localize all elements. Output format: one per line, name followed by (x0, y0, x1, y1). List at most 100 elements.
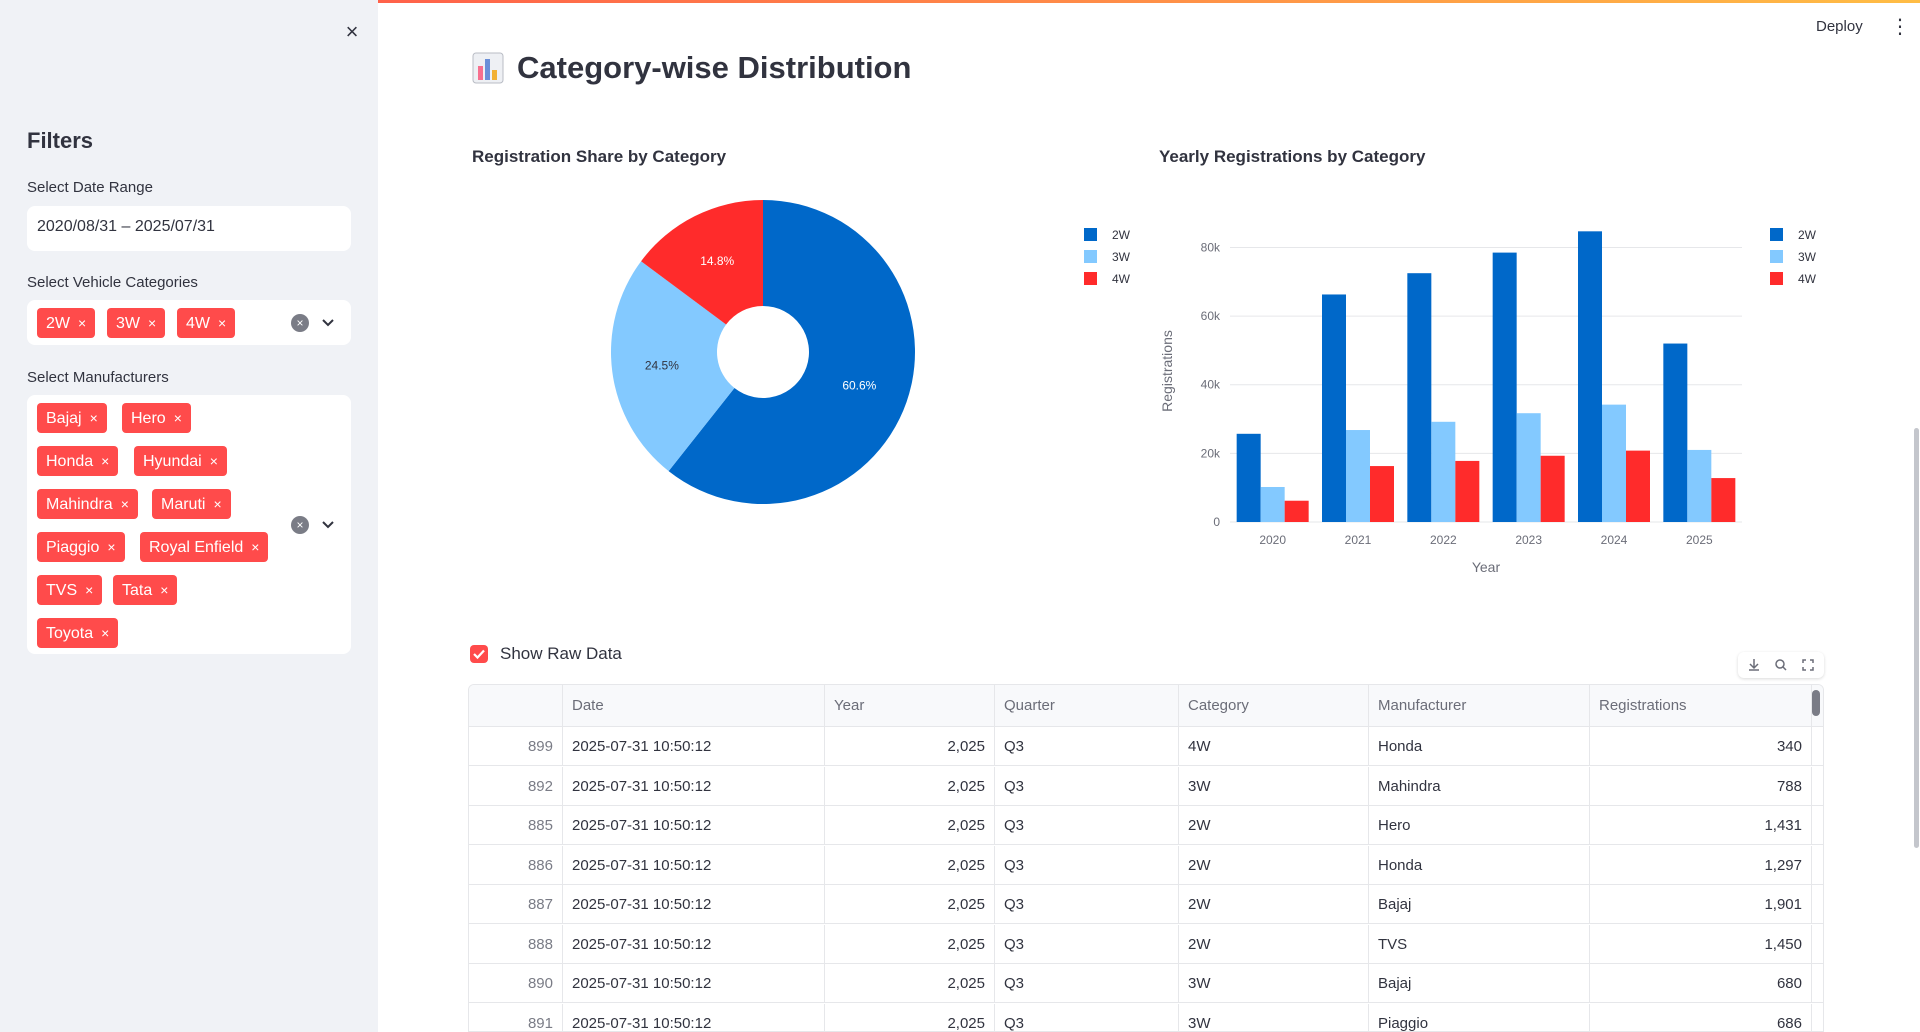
manufacturers-multiselect[interactable]: × Bajaj × Hero × Honda × Hyundai × Mahindra × Maru… (27, 395, 351, 654)
manufacturer-chip-tvs[interactable]: TVS × (37, 575, 103, 605)
table-cell[interactable]: 2W (1179, 845, 1369, 884)
table-cell[interactable]: 2025-07-31 10:50:12 (563, 1003, 825, 1031)
table-cell[interactable]: 1,431 (1590, 806, 1812, 844)
table-cell[interactable]: 340 (1590, 727, 1812, 765)
search-icon[interactable] (1771, 655, 1791, 675)
table-cell[interactable]: TVS (1369, 924, 1590, 963)
legend-swatch-3w[interactable] (1770, 250, 1783, 263)
manufacturer-chip-royal-enfield[interactable]: Royal Enfield × (140, 532, 269, 562)
legend-swatch-4w[interactable] (1084, 272, 1097, 285)
table-cell[interactable]: 2W (1179, 924, 1369, 963)
remove-chip-icon[interactable]: × (78, 315, 86, 331)
fullscreen-icon[interactable] (1798, 655, 1818, 675)
table-cell[interactable]: 2,025 (825, 885, 995, 923)
table-cell[interactable]: Q3 (995, 924, 1179, 963)
row-index-cell[interactable]: 892 (469, 766, 563, 805)
table-cell[interactable]: 2,025 (825, 845, 995, 884)
category-chip-2w[interactable]: 2W × (37, 308, 96, 338)
bar-2w-2023[interactable] (1492, 252, 1517, 522)
category-chip-4w[interactable]: 4W × (177, 308, 236, 338)
table-cell[interactable]: 686 (1590, 1003, 1812, 1031)
table-cell[interactable]: 1,450 (1590, 924, 1812, 963)
legend-swatch-2w[interactable] (1770, 228, 1783, 241)
remove-chip-icon[interactable]: × (218, 315, 226, 331)
table-row[interactable]: 890 2025-07-31 10:50:12 2,025 Q3 3W Bajaj 680 (469, 964, 1823, 1003)
bar-4w-2023[interactable] (1540, 455, 1565, 522)
row-index-cell[interactable]: 888 (469, 924, 563, 963)
remove-chip-icon[interactable]: × (85, 582, 93, 598)
close-sidebar-button[interactable]: × (338, 18, 366, 46)
table-cell[interactable]: Q3 (995, 885, 1179, 923)
vehicle-categories-multiselect[interactable]: × 2W × 3W × 4W × (27, 300, 351, 345)
table-cell[interactable]: 2W (1179, 806, 1369, 844)
table-cell[interactable]: Bajaj (1369, 964, 1590, 1002)
bar-3w-2021[interactable] (1346, 430, 1370, 522)
bar-4w-2024[interactable] (1626, 450, 1650, 522)
manufacturer-chip-piaggio[interactable]: Piaggio × (37, 532, 125, 562)
table-row[interactable]: 888 2025-07-31 10:50:12 2,025 Q3 2W TVS 1,450 (469, 924, 1823, 964)
table-cell[interactable]: 1,297 (1590, 845, 1812, 884)
manufacturer-chip-hero[interactable]: Hero × (122, 403, 191, 433)
table-cell[interactable]: 4W (1179, 727, 1369, 765)
date-range-input[interactable]: 2020/08/31 – 2025/07/31 (27, 206, 351, 251)
row-index-cell[interactable]: 886 (469, 845, 563, 884)
table-cell[interactable]: 2025-07-31 10:50:12 (563, 964, 825, 1002)
chevron-down-icon[interactable] (320, 315, 336, 331)
bar-4w-2022[interactable] (1455, 460, 1480, 522)
bar-2w-2024[interactable] (1578, 231, 1602, 522)
row-index-cell[interactable]: 899 (469, 727, 563, 765)
remove-chip-icon[interactable]: × (210, 453, 218, 469)
table-cell[interactable]: 2025-07-31 10:50:12 (563, 766, 825, 805)
table-row[interactable]: 891 2025-07-31 10:50:12 2,025 Q3 3W Piaggio 68… (469, 1003, 1823, 1031)
table-cell[interactable]: 2,025 (825, 766, 995, 805)
clear-manufacturers-icon[interactable]: × (291, 516, 309, 534)
remove-chip-icon[interactable]: × (121, 496, 129, 512)
column-header[interactable]: Registrations (1590, 685, 1812, 726)
remove-chip-icon[interactable]: × (101, 625, 109, 641)
bar-3w-2022[interactable] (1431, 421, 1456, 522)
legend-label-2w[interactable]: 2W (1112, 228, 1131, 242)
manufacturer-chip-toyota[interactable]: Toyota × (37, 618, 119, 648)
row-index-cell[interactable]: 891 (469, 1003, 563, 1031)
bar-3w-2020[interactable] (1260, 486, 1285, 522)
category-chip-3w[interactable]: 3W × (107, 308, 166, 338)
chevron-down-icon[interactable] (320, 517, 336, 533)
column-header[interactable]: Manufacturer (1369, 685, 1590, 726)
column-header[interactable]: Quarter (995, 685, 1179, 726)
table-row[interactable]: 885 2025-07-31 10:50:12 2,025 Q3 2W Hero 1,431 (469, 806, 1823, 845)
legend-label-4w[interactable]: 4W (1798, 272, 1817, 286)
bar-3w-2024[interactable] (1602, 404, 1626, 522)
manufacturer-chip-honda[interactable]: Honda × (37, 446, 119, 476)
table-cell[interactable]: Honda (1369, 845, 1590, 884)
table-cell[interactable]: Hero (1369, 806, 1590, 844)
table-row[interactable]: 886 2025-07-31 10:50:12 2,025 Q3 2W Honda 1,29… (469, 845, 1823, 885)
table-cell[interactable]: 3W (1179, 1003, 1369, 1031)
table-cell[interactable]: Q3 (995, 766, 1179, 805)
column-header[interactable]: Year (825, 685, 995, 726)
table-cell[interactable]: 2W (1179, 885, 1369, 923)
table-cell[interactable]: 3W (1179, 964, 1369, 1002)
bar-2w-2022[interactable] (1407, 273, 1432, 522)
remove-chip-icon[interactable]: × (213, 496, 221, 512)
table-cell[interactable]: 3W (1179, 766, 1369, 805)
manufacturer-chip-tata[interactable]: Tata × (113, 575, 178, 605)
remove-chip-icon[interactable]: × (107, 539, 115, 555)
table-cell[interactable]: Honda (1369, 727, 1590, 765)
table-cell[interactable]: Piaggio (1369, 1003, 1590, 1031)
bar-2w-2021[interactable] (1322, 294, 1346, 522)
raw-data-table[interactable]: Date Year Quarter Category Manufacturer Regis… (468, 684, 1824, 1032)
row-index-cell[interactable]: 887 (469, 885, 563, 923)
table-cell[interactable]: 680 (1590, 964, 1812, 1002)
remove-chip-icon[interactable]: × (90, 410, 98, 426)
page-scrollbar[interactable] (1914, 428, 1919, 848)
table-cell[interactable]: 2,025 (825, 806, 995, 844)
table-scrollbar[interactable] (1812, 690, 1820, 716)
legend-swatch-3w[interactable] (1084, 250, 1097, 263)
table-row[interactable]: 887 2025-07-31 10:50:12 2,025 Q3 2W Bajaj 1,90… (469, 885, 1823, 924)
bar-2w-2025[interactable] (1663, 343, 1688, 522)
legend-label-4w[interactable]: 4W (1112, 272, 1131, 286)
show-raw-data-checkbox[interactable] (470, 645, 488, 663)
table-cell[interactable]: 788 (1590, 766, 1812, 805)
table-cell[interactable]: 2,025 (825, 727, 995, 765)
table-row[interactable]: 892 2025-07-31 10:50:12 2,025 Q3 3W Mahindra 7… (469, 766, 1823, 806)
